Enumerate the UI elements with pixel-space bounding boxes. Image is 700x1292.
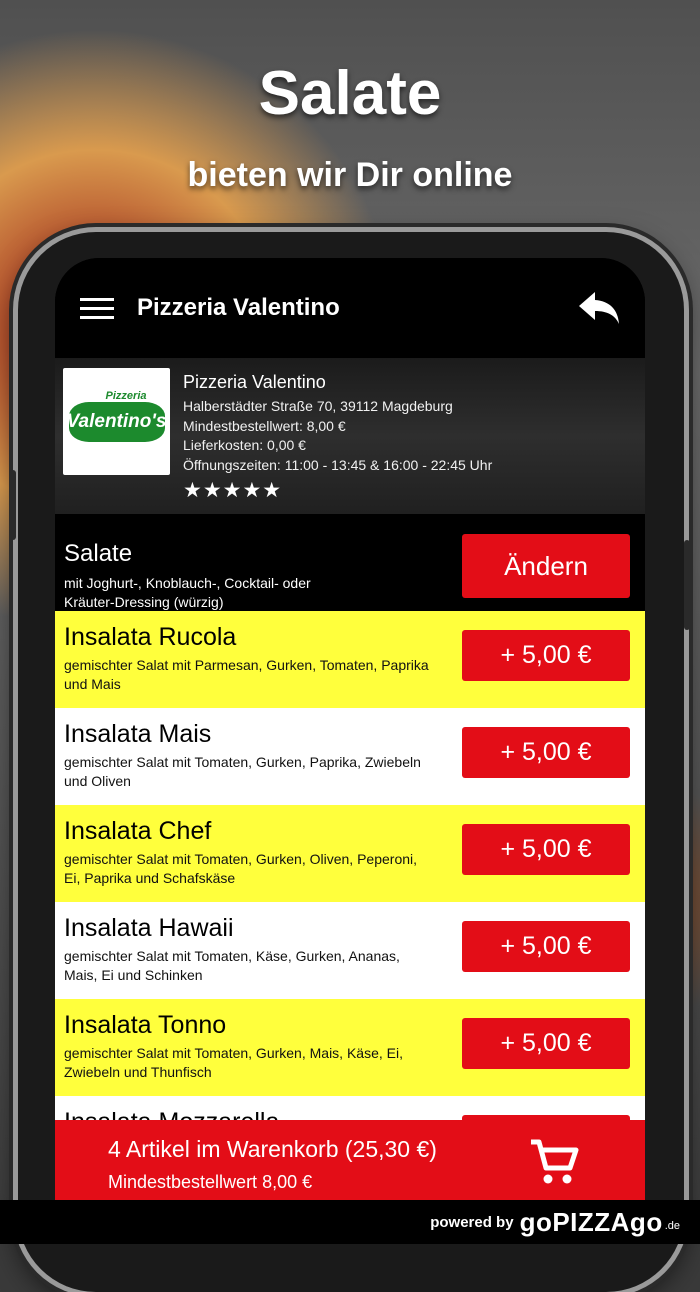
rating-stars-icon: ★★★★★	[183, 479, 283, 502]
add-item-button[interactable]: + 5,00 €	[462, 1018, 630, 1069]
app-bar: Pizzeria Valentino	[55, 258, 645, 358]
menu-item-description: gemischter Salat mit Parmesan, Gurken, T…	[64, 657, 429, 692]
menu-item-name: Insalata Tonno	[64, 1011, 227, 1039]
menu-item-row[interactable]: Insalata Mais gemischter Salat mit Tomate…	[55, 708, 645, 805]
menu-item-row[interactable]: Insalata Rucola gemischter Salat mit Parm…	[55, 611, 645, 708]
restaurant-address: Halberstädter Straße 70, 39112 Magdeburg	[183, 398, 453, 414]
category-description: mit Joghurt-, Knoblauch-, Cocktail- oder…	[64, 575, 311, 610]
phone-power-button	[684, 540, 690, 630]
menu-item-description: gemischter Salat mit Tomaten, Gurken, Pa…	[64, 754, 421, 789]
cart-summary: 4 Artikel im Warenkorb (25,30 €)	[108, 1136, 437, 1162]
restaurant-name: Pizzeria Valentino	[183, 372, 326, 392]
add-item-button[interactable]: + 5,00 €	[462, 824, 630, 875]
cart-min-order: Mindestbestellwert 8,00 €	[108, 1172, 313, 1192]
gopizzago-logo: goPIZZAgo	[519, 1206, 663, 1237]
phone-volume-button	[10, 470, 16, 540]
restaurant-opening-hours: Öffnungszeiten: 11:00 - 13:45 & 16:00 - …	[183, 456, 493, 473]
menu-item-name: Insalata Chef	[64, 817, 212, 845]
gopizzago-tld: .de	[664, 1220, 680, 1232]
restaurant-min-order: Mindestbestellwert: 8,00 €	[183, 417, 346, 434]
add-item-button[interactable]: + 5,00 €	[462, 630, 630, 681]
restaurant-delivery-cost: Lieferkosten: 0,00 €	[183, 437, 306, 453]
menu-item-row[interactable]: Insalata Tonno gemischter Salat mit Tomat…	[55, 999, 645, 1096]
add-item-button[interactable]: + 5,00 €	[462, 921, 630, 972]
menu-item-row[interactable]: Insalata Chef gemischter Salat mit Tomate…	[55, 805, 645, 902]
menu-item-row[interactable]: Insalata Hawaii gemischter Salat mit Toma…	[55, 902, 645, 999]
back-arrow-icon[interactable]	[577, 290, 621, 326]
app-screen: Pizzeria Valentino Pizzeria Valentino's …	[55, 258, 645, 1244]
cart-bar[interactable]: 4 Artikel im Warenkorb (25,30 €) Mindest…	[55, 1120, 645, 1202]
menu-item-name: Insalata Hawaii	[64, 914, 234, 942]
menu-item-list: Insalata Rucola gemischter Salat mit Parm…	[55, 611, 645, 1193]
menu-item-name: Insalata Mais	[64, 720, 212, 748]
menu-item-name: Insalata Rucola	[64, 623, 237, 651]
restaurant-logo: Pizzeria Valentino's	[63, 368, 170, 475]
app-bar-title: Pizzeria Valentino	[137, 294, 340, 321]
promo-title: Salate	[258, 59, 442, 128]
category-header: Salate mit Joghurt-, Knoblauch-, Cocktai…	[55, 514, 645, 611]
logo-small-text: Pizzeria	[105, 389, 147, 402]
menu-item-description: gemischter Salat mit Tomaten, Käse, Gurk…	[64, 948, 400, 983]
change-category-button[interactable]: Ändern	[462, 534, 630, 598]
logo-text: Valentino's	[66, 410, 167, 432]
restaurant-header: Pizzeria Valentino's Pizzeria Valentino …	[55, 358, 645, 514]
add-item-button[interactable]: + 5,00 €	[462, 727, 630, 778]
menu-item-description: gemischter Salat mit Tomaten, Gurken, Ol…	[64, 851, 418, 886]
menu-item-description: gemischter Salat mit Tomaten, Gurken, Ma…	[64, 1045, 403, 1080]
restaurant-info: Pizzeria Valentino Halberstädter Straße …	[183, 372, 492, 503]
hamburger-menu-icon[interactable]	[80, 298, 114, 320]
category-title: Salate	[64, 540, 133, 567]
powered-by-footer: powered by goPIZZAgo .de	[0, 1200, 700, 1244]
shopping-cart-icon[interactable]	[529, 1138, 579, 1186]
powered-by-text: powered by	[430, 1213, 514, 1231]
promo-subtitle: bieten wir Dir online	[187, 156, 513, 194]
